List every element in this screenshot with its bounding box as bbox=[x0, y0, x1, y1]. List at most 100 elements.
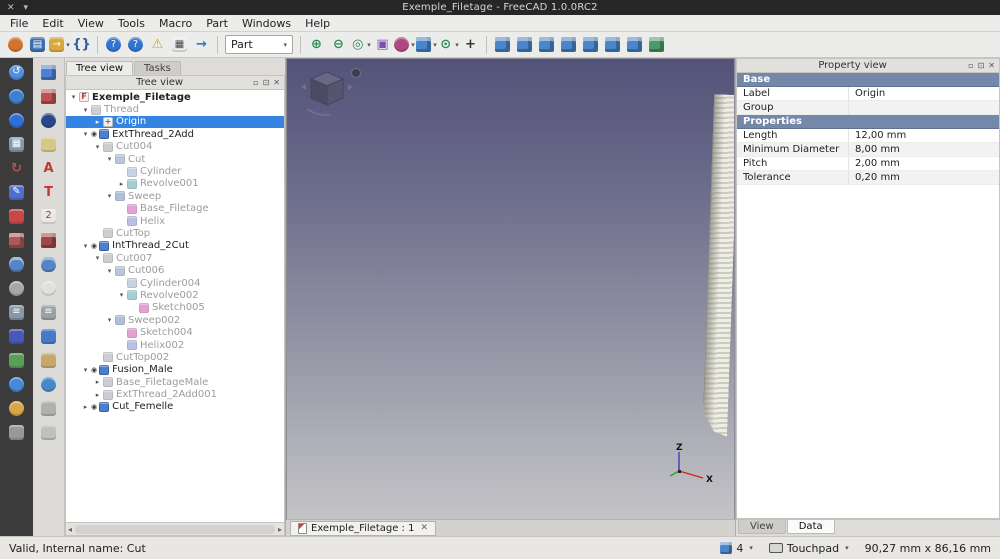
menu-part[interactable]: Part bbox=[199, 16, 235, 31]
stack-button[interactable]: ≡ bbox=[38, 303, 60, 321]
help-button[interactable]: ? bbox=[103, 34, 124, 55]
layers-button[interactable]: ≡ bbox=[6, 303, 28, 321]
property-value[interactable]: 12,00 mm bbox=[849, 129, 999, 142]
dependency-graph-button[interactable]: ▤ bbox=[27, 34, 48, 55]
lamp-button[interactable] bbox=[6, 399, 28, 417]
visibility-eye-icon[interactable]: ◉ bbox=[91, 242, 97, 250]
tree-item-cylinder004[interactable]: Cylinder004 bbox=[66, 277, 284, 289]
menu-edit[interactable]: Edit bbox=[35, 16, 70, 31]
number-2-button[interactable]: 2 bbox=[38, 207, 60, 225]
axis-cross-button[interactable]: + bbox=[460, 34, 481, 55]
sphere-white-button[interactable] bbox=[38, 279, 60, 297]
expander-icon[interactable]: ▸ bbox=[80, 403, 91, 411]
navigation-style-selector[interactable]: Touchpad ▾ bbox=[769, 542, 849, 555]
tree-item-extthread_2add001[interactable]: ▸ExtThread_2Add001 bbox=[66, 388, 284, 400]
tree-item-origin[interactable]: ▸+Origin bbox=[66, 116, 284, 128]
export-button[interactable]: →▾ bbox=[49, 34, 70, 55]
gear-button[interactable] bbox=[38, 375, 60, 393]
navigation-cube[interactable] bbox=[293, 63, 365, 119]
view-selector[interactable]: 4 ▾ bbox=[720, 542, 753, 555]
tree-item-base_filetagemale[interactable]: ▸Base_FiletageMale bbox=[66, 376, 284, 388]
box-selection-button[interactable]: ▾ bbox=[416, 34, 437, 55]
title-bar[interactable]: ✕ ▾ Exemple_Filetage - FreeCAD 1.0.0RC2 bbox=[0, 0, 1000, 15]
scrollbar-track[interactable] bbox=[75, 525, 275, 534]
brick-button[interactable] bbox=[6, 231, 28, 249]
tree-panel-header[interactable]: Tree view ▫ ⊡ ✕ bbox=[65, 75, 285, 90]
cube-dark-button[interactable] bbox=[38, 231, 60, 249]
fit-all-button[interactable]: ◎▾ bbox=[350, 34, 371, 55]
view-left-button[interactable] bbox=[624, 34, 645, 55]
tree-item-cut004[interactable]: ▾Cut004 bbox=[66, 141, 284, 153]
tree-horizontal-scrollbar[interactable]: ◂ ▸ bbox=[65, 523, 285, 536]
property-value[interactable]: 2,00 mm bbox=[849, 157, 999, 170]
property-row-group[interactable]: Group bbox=[737, 101, 999, 115]
tree-item-sweep[interactable]: ▾Sweep bbox=[66, 190, 284, 202]
edit-pencil-button[interactable]: ✎ bbox=[6, 183, 28, 201]
view-bottom-button[interactable] bbox=[602, 34, 623, 55]
property-value[interactable] bbox=[849, 101, 999, 114]
menu-tools[interactable]: Tools bbox=[111, 16, 152, 31]
tree-item-sketch005[interactable]: Sketch005 bbox=[66, 302, 284, 314]
expander-icon[interactable]: ▾ bbox=[80, 130, 91, 138]
box-light-button[interactable] bbox=[38, 399, 60, 417]
tab-view[interactable]: View bbox=[738, 520, 786, 534]
shade-window-icon[interactable]: ▾ bbox=[24, 3, 29, 13]
chip-button[interactable] bbox=[6, 327, 28, 345]
scroll-left-icon[interactable]: ◂ bbox=[68, 525, 72, 534]
circle-navy-button[interactable] bbox=[38, 111, 60, 129]
tab-data[interactable]: Data bbox=[787, 520, 835, 534]
whats-this-button[interactable]: ? bbox=[125, 34, 146, 55]
box-gray-button[interactable] bbox=[6, 423, 28, 441]
property-panel-header[interactable]: Property view ▫ ⊡ ✕ bbox=[736, 58, 1000, 73]
zoom-out-button[interactable]: ⊖ bbox=[328, 34, 349, 55]
box-light2-button[interactable] bbox=[38, 423, 60, 441]
expander-icon[interactable]: ▾ bbox=[104, 316, 115, 324]
menu-view[interactable]: View bbox=[71, 16, 111, 31]
property-value[interactable]: Origin bbox=[849, 87, 999, 100]
tree-item-sketch004[interactable]: Sketch004 bbox=[66, 326, 284, 338]
tree-item-exemple_filetage[interactable]: ▾FExemple_Filetage bbox=[66, 91, 284, 103]
expander-icon[interactable]: ▾ bbox=[116, 291, 127, 299]
tree-item-helix002[interactable]: Helix002 bbox=[66, 339, 284, 351]
menu-macro[interactable]: Macro bbox=[152, 16, 199, 31]
tree-item-cut006[interactable]: ▾Cut006 bbox=[66, 264, 284, 276]
document-tab[interactable]: Exemple_Filetage : 1 ✕ bbox=[290, 521, 436, 536]
cylinder-blue-button[interactable] bbox=[38, 255, 60, 273]
property-row-minimum-diameter[interactable]: Minimum Diameter8,00 mm bbox=[737, 143, 999, 157]
tree-item-base_filetage[interactable]: Base_Filetage bbox=[66, 203, 284, 215]
property-row-tolerance[interactable]: Tolerance0,20 mm bbox=[737, 171, 999, 185]
clock-button[interactable] bbox=[6, 87, 28, 105]
report-view-button[interactable]: ▦ bbox=[169, 34, 190, 55]
sphere-blue-button[interactable] bbox=[6, 111, 28, 129]
monitor-button[interactable] bbox=[38, 327, 60, 345]
tab-tree-view[interactable]: Tree view bbox=[66, 61, 133, 75]
visibility-eye-icon[interactable]: ◉ bbox=[91, 130, 97, 138]
view-isometric-button[interactable] bbox=[492, 34, 513, 55]
tree-item-cylinder[interactable]: Cylinder bbox=[66, 165, 284, 177]
zoom-tools-button[interactable]: ⊙▾ bbox=[438, 34, 459, 55]
property-row-pitch[interactable]: Pitch2,00 mm bbox=[737, 157, 999, 171]
expander-icon[interactable]: ▸ bbox=[92, 118, 103, 126]
cube-red-button[interactable] bbox=[38, 87, 60, 105]
3d-view[interactable]: Z X bbox=[286, 58, 735, 519]
tree-item-thread[interactable]: ▾Thread bbox=[66, 103, 284, 115]
tree-item-cut_femelle[interactable]: ▸◉Cut_Femelle bbox=[66, 401, 284, 413]
dot-button[interactable] bbox=[6, 375, 28, 393]
menu-windows[interactable]: Windows bbox=[235, 16, 298, 31]
spreadsheet-button[interactable]: ▦ bbox=[6, 135, 28, 153]
view-home-button[interactable] bbox=[646, 34, 667, 55]
expander-icon[interactable]: ▾ bbox=[68, 93, 79, 101]
property-group-base[interactable]: Base bbox=[737, 73, 999, 87]
addon-manager-button[interactable] bbox=[5, 34, 26, 55]
cylinder-button[interactable] bbox=[6, 255, 28, 273]
expander-icon[interactable]: ▾ bbox=[104, 192, 115, 200]
marker-button[interactable] bbox=[38, 135, 60, 153]
view-top-button[interactable] bbox=[536, 34, 557, 55]
stop-button[interactable] bbox=[6, 207, 28, 225]
menu-file[interactable]: File bbox=[3, 16, 35, 31]
sync-view-button[interactable]: ▣ bbox=[372, 34, 393, 55]
expander-icon[interactable]: ▾ bbox=[104, 155, 115, 163]
draw-style-button[interactable]: ▾ bbox=[394, 34, 415, 55]
zoom-in-button[interactable]: ⊕ bbox=[306, 34, 327, 55]
expander-icon[interactable]: ▾ bbox=[92, 143, 103, 151]
